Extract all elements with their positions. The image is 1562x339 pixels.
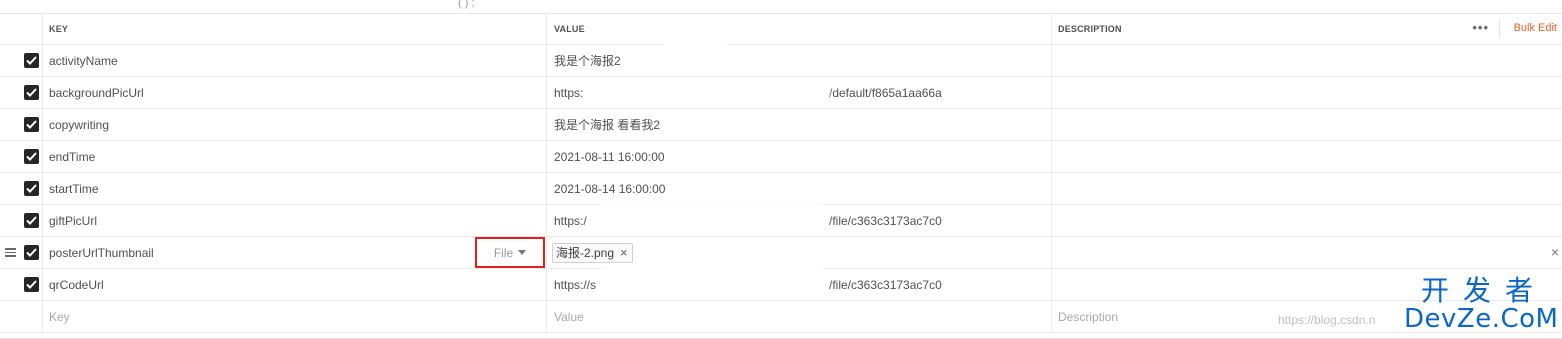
file-name: 海报-2.png	[556, 246, 615, 260]
remove-file-icon[interactable]: ×	[620, 246, 628, 259]
caret-down-icon	[518, 250, 527, 255]
bulk-edit-button[interactable]: Bulk Edit	[1514, 22, 1557, 34]
description-field[interactable]	[1051, 173, 1562, 204]
table-row: endTime 2021-08-11 16:00:00	[0, 141, 1562, 173]
value-text: https://s	[554, 277, 597, 292]
drag-handle-icon[interactable]	[4, 248, 16, 257]
new-value-input[interactable]: Value	[554, 310, 584, 324]
value-field[interactable]: 2021-08-11 16:00:00	[554, 150, 665, 164]
redaction-blur	[660, 40, 730, 70]
row-checkbox[interactable]	[23, 53, 39, 68]
table-header: KEY VALUE DESCRIPTION ••• Bulk Edit	[0, 14, 1562, 45]
new-description-input[interactable]: Description	[1058, 310, 1118, 324]
value-field[interactable]: 我是个海报 看看我2	[554, 116, 660, 133]
key-field[interactable]: qrCodeUrl	[49, 278, 104, 292]
type-dropdown-label: File	[493, 245, 514, 260]
key-field[interactable]: endTime	[49, 150, 95, 164]
redaction-blur	[600, 265, 826, 289]
row-checkbox[interactable]	[23, 277, 39, 292]
file-chip[interactable]: 海报-2.png ×	[552, 242, 633, 263]
row-checkbox[interactable]	[23, 181, 39, 196]
description-header: DESCRIPTION	[1058, 24, 1122, 34]
table-row: copywriting 我是个海报 看看我2	[0, 109, 1562, 141]
top-strip: ( ) ;	[0, 0, 1562, 14]
key-field[interactable]: backgroundPicUrl	[49, 86, 144, 100]
key-header: KEY	[49, 24, 69, 34]
value-tail: /default/f865a1aa66a	[829, 85, 942, 100]
description-field[interactable]	[1051, 205, 1562, 236]
row-checkbox[interactable]	[23, 245, 39, 260]
value-tail: /file/c363c3173ac7c0	[829, 213, 942, 228]
description-field[interactable]	[1051, 141, 1562, 172]
row-checkbox[interactable]	[23, 85, 39, 100]
site-watermark: 开发者 DevZe.CoM	[1404, 274, 1559, 334]
row-checkbox[interactable]	[23, 149, 39, 164]
redaction-blur	[596, 203, 826, 229]
watermark-bottom: DevZe.CoM	[1404, 304, 1559, 334]
delete-row-icon[interactable]: ×	[1551, 244, 1559, 260]
value-text: https:/	[554, 213, 587, 228]
description-field[interactable]	[1051, 109, 1562, 140]
type-dropdown[interactable]: File	[475, 237, 545, 268]
value-field[interactable]: 我是个海报2	[554, 52, 621, 69]
table-row: startTime 2021-08-14 16:00:00	[0, 173, 1562, 205]
value-text: https:	[554, 85, 584, 100]
key-field[interactable]: activityName	[49, 54, 118, 68]
description-field[interactable]: ×	[1051, 237, 1562, 268]
value-header: VALUE	[554, 24, 585, 34]
description-field[interactable]	[1051, 45, 1562, 76]
key-field[interactable]: giftPicUrl	[49, 214, 97, 228]
key-field[interactable]: copywriting	[49, 118, 109, 132]
top-mark: ( ) ;	[458, 0, 475, 9]
key-field[interactable]: startTime	[49, 182, 99, 196]
header-divider	[1499, 19, 1500, 38]
csdn-watermark: https://blog.csdn.n	[1278, 313, 1376, 327]
key-field[interactable]: posterUrlThumbnail	[49, 246, 154, 260]
value-tail: /file/c363c3173ac7c0	[829, 277, 942, 292]
row-checkbox[interactable]	[23, 213, 39, 228]
row-checkbox[interactable]	[23, 117, 39, 132]
table-row: activityName 我是个海报2	[0, 45, 1562, 77]
description-field[interactable]	[1051, 77, 1562, 108]
new-key-input[interactable]: Key	[49, 310, 70, 324]
value-field[interactable]: 2021-08-14 16:00:00	[554, 182, 665, 196]
redaction-blur	[590, 80, 828, 104]
more-options-icon[interactable]: •••	[1472, 21, 1489, 34]
watermark-top: 开发者	[1420, 274, 1547, 307]
